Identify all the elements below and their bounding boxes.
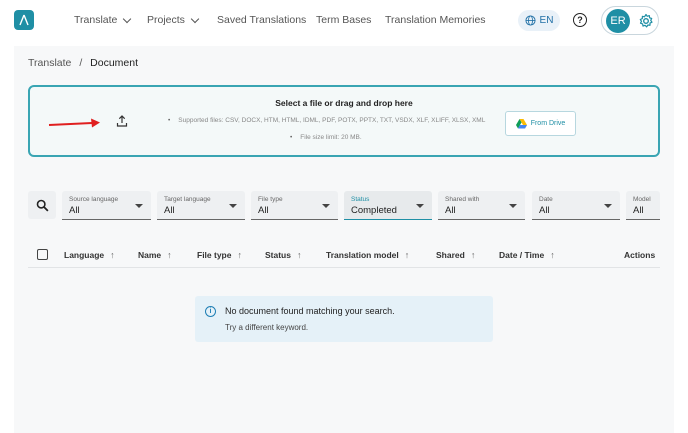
language-label: EN <box>539 15 554 26</box>
filter-value: All <box>633 205 644 216</box>
search-button[interactable] <box>28 191 56 219</box>
upload-icon[interactable] <box>116 115 128 127</box>
gear-icon[interactable] <box>638 13 654 29</box>
user-menu[interactable]: ER <box>601 6 659 35</box>
from-drive-button[interactable]: From Drive <box>505 111 576 136</box>
filter-file-type[interactable]: File type All <box>251 191 338 220</box>
nav-projects[interactable]: Projects <box>147 14 200 26</box>
dropzone-title: Select a file or drag and drop here <box>275 98 413 108</box>
chevron-down-icon <box>123 14 132 23</box>
sort-arrow-icon: ↑ <box>550 250 555 260</box>
table-header: Language ↑ Name ↑ File type ↑ Status ↑ T… <box>28 244 660 268</box>
logo-icon <box>19 14 29 26</box>
filter-label: Target language <box>164 196 211 203</box>
dropdown-arrow-icon <box>604 204 612 208</box>
dropzone-info: Supported files: CSV, DOCX, HTM, HTML, I… <box>168 117 485 151</box>
app-logo[interactable] <box>14 10 34 30</box>
dropdown-arrow-icon <box>416 204 424 208</box>
chevron-down-icon <box>190 14 200 23</box>
filter-label: File type <box>258 196 283 203</box>
column-label: File type <box>197 250 232 260</box>
filter-model[interactable]: Model All <box>626 191 660 220</box>
column-file-type[interactable]: File type ↑ <box>197 250 242 260</box>
sort-arrow-icon: ↑ <box>237 250 242 260</box>
nav-translate-label: Translate <box>74 14 118 26</box>
nav-translation-memories-label: Translation Memories <box>385 14 486 26</box>
filter-status[interactable]: Status Completed <box>344 191 432 220</box>
filter-value: All <box>539 205 550 216</box>
filter-value: All <box>164 205 175 216</box>
dropdown-arrow-icon <box>229 204 237 208</box>
sort-arrow-icon: ↑ <box>296 250 302 260</box>
nav-translation-memories[interactable]: Translation Memories <box>385 14 486 26</box>
dropdown-arrow-icon <box>135 204 143 208</box>
file-dropzone[interactable]: Select a file or drag and drop here Supp… <box>28 85 660 157</box>
column-label: Actions <box>624 250 656 260</box>
filter-label: Status <box>351 196 370 203</box>
column-status[interactable]: Status ↑ <box>265 250 301 260</box>
dropdown-arrow-icon <box>509 204 517 208</box>
column-name[interactable]: Name ↑ <box>138 250 172 260</box>
column-label: Language <box>64 250 105 260</box>
column-label: Name <box>138 250 162 260</box>
supported-files-text: Supported files: CSV, DOCX, HTM, HTML, I… <box>168 117 485 124</box>
filter-date[interactable]: Date All <box>532 191 620 220</box>
column-shared[interactable]: Shared ↑ <box>436 250 475 260</box>
dropdown-arrow-icon <box>322 204 330 208</box>
sort-arrow-icon: ↑ <box>110 250 115 260</box>
sort-arrow-icon: ↑ <box>404 250 410 260</box>
filter-value: All <box>258 205 269 216</box>
filter-target-language[interactable]: Target language All <box>157 191 245 220</box>
breadcrumb: Translate / Document <box>28 57 138 69</box>
column-label: Status <box>265 250 291 260</box>
nav-projects-label: Projects <box>147 14 185 26</box>
nav-saved-translations[interactable]: Saved Translations <box>217 14 306 26</box>
filter-label: Date <box>539 196 553 203</box>
top-nav: Translate Projects Saved Translations Te… <box>0 0 688 40</box>
google-drive-icon <box>515 118 527 128</box>
sort-arrow-icon: ↑ <box>167 250 172 260</box>
empty-state-subtitle: Try a different keyword. <box>225 323 309 332</box>
nav-translate[interactable]: Translate <box>74 14 132 26</box>
column-label: Shared <box>436 250 465 260</box>
nav-term-bases[interactable]: Term Bases <box>316 14 371 26</box>
breadcrumb-current: Document <box>90 57 139 69</box>
filter-label: Shared with <box>445 196 480 203</box>
from-drive-label: From Drive <box>530 120 566 127</box>
empty-state-message: i No document found matching your search… <box>195 296 493 342</box>
search-icon <box>36 199 49 212</box>
column-translation-model[interactable]: Translation model ↑ <box>326 250 409 260</box>
filter-value: All <box>445 205 456 216</box>
info-icon: i <box>205 306 216 317</box>
breadcrumb-translate[interactable]: Translate <box>28 57 71 69</box>
avatar[interactable]: ER <box>606 9 630 33</box>
filter-source-language[interactable]: Source language All <box>62 191 151 220</box>
sort-arrow-icon: ↑ <box>470 250 476 260</box>
column-language[interactable]: Language ↑ <box>64 250 115 260</box>
language-selector[interactable]: EN <box>518 10 560 31</box>
nav-term-bases-label: Term Bases <box>316 14 372 26</box>
breadcrumb-separator: / <box>79 57 83 69</box>
filter-shared-with[interactable]: Shared with All <box>438 191 525 220</box>
column-date-time[interactable]: Date / Time ↑ <box>499 250 555 260</box>
filter-label: Source language <box>69 196 119 203</box>
nav-saved-translations-label: Saved Translations <box>217 14 307 26</box>
filter-label: Model <box>633 196 651 203</box>
globe-icon <box>525 15 536 26</box>
filter-value: Completed <box>351 205 397 216</box>
file-size-limit-text: File size limit: 20 MB. <box>168 134 485 141</box>
column-actions: Actions <box>624 250 655 260</box>
empty-state-title: No document found matching your search. <box>225 306 395 316</box>
red-arrow-annotation <box>48 118 100 128</box>
help-icon[interactable]: ? <box>573 13 587 27</box>
filter-value: All <box>69 205 80 216</box>
column-label: Translation model <box>326 250 399 260</box>
select-all-checkbox[interactable] <box>37 249 48 260</box>
column-label: Date / Time <box>499 250 545 260</box>
